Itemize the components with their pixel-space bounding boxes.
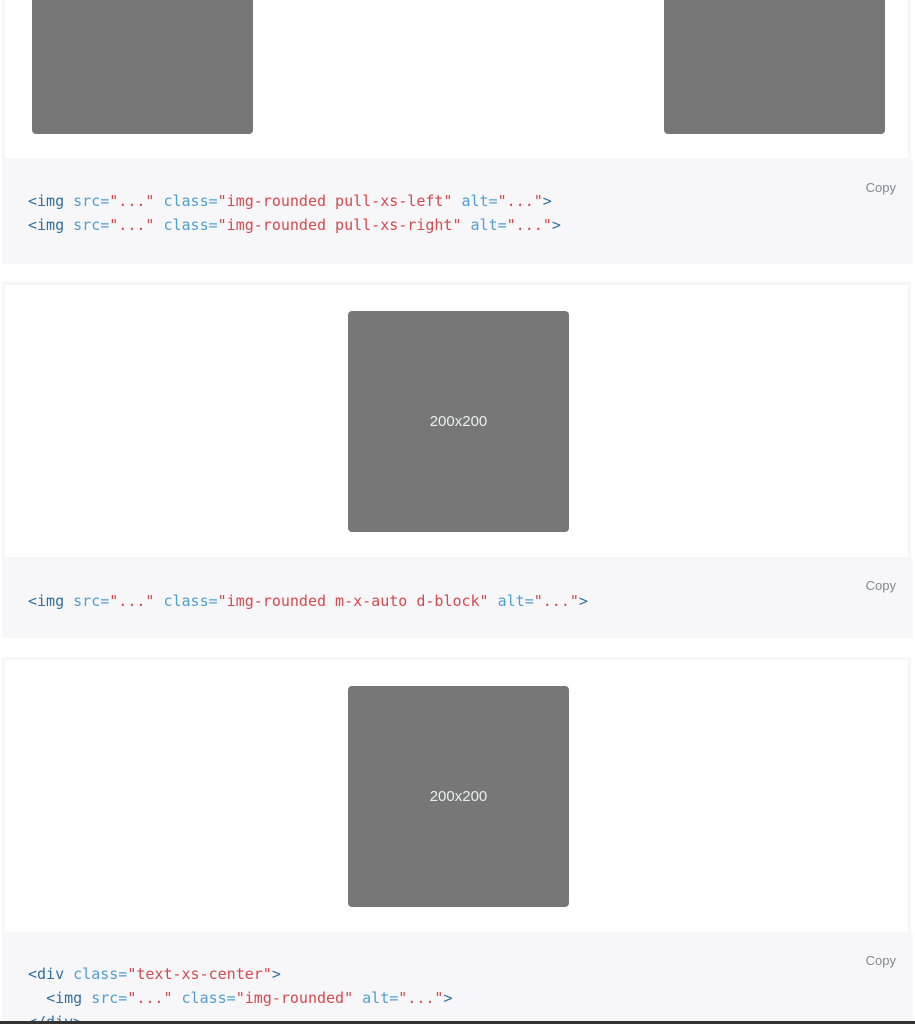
code-block-text-center: Copy <div class="text-xs-center"> <img s… (2, 934, 913, 1024)
code-token: > (443, 989, 453, 1007)
placeholder-image: 200x200 (348, 686, 569, 907)
code-block-center-block: Copy <img src="..." class="img-rounded m… (2, 559, 913, 638)
code-token: "..." (109, 592, 155, 610)
code-token: "..." (506, 216, 552, 234)
example-center-block: 200x200 (2, 282, 911, 560)
code-token: class= (163, 216, 218, 234)
placeholder-label: 200x200 (429, 413, 488, 430)
code-token: src= (73, 216, 110, 234)
code-token: class= (73, 965, 128, 983)
code-token: > (578, 592, 588, 610)
code-token: alt= (461, 192, 498, 210)
example-float: 200x200 200x200 (2, 0, 911, 161)
code-token: alt= (497, 592, 534, 610)
code-token: "..." (497, 192, 543, 210)
code-token: > (551, 216, 561, 234)
code-token: "..." (398, 989, 444, 1007)
code-token: > (271, 965, 281, 983)
code-token: <img (28, 592, 65, 610)
code-token: class= (163, 592, 218, 610)
code-token: <img (28, 192, 65, 210)
code-token: alt= (362, 989, 399, 1007)
copy-button[interactable]: Copy (866, 953, 896, 968)
code-token: "..." (109, 192, 155, 210)
code-token: src= (73, 192, 110, 210)
code-token: class= (163, 192, 218, 210)
code-block-float: Copy <img src="..." class="img-rounded p… (2, 161, 913, 264)
placeholder-label: 200x200 (429, 788, 488, 805)
code-token: class= (181, 989, 236, 1007)
code-token: "img-rounded m-x-auto d-block" (217, 592, 489, 610)
code-token: <img (46, 989, 83, 1007)
code-snippet: <img src="..." class="img-rounded m-x-au… (28, 589, 588, 613)
code-token: <img (28, 216, 65, 234)
code-token: > (542, 192, 552, 210)
code-token: alt= (470, 216, 507, 234)
code-token: "text-xs-center" (127, 965, 272, 983)
code-snippet: <img src="..." class="img-rounded pull-x… (28, 189, 561, 237)
placeholder-image-right: 200x200 (664, 0, 885, 134)
example-text-center: 200x200 (2, 657, 911, 935)
copy-button[interactable]: Copy (866, 578, 896, 593)
placeholder-image-left: 200x200 (32, 0, 253, 134)
code-token: "img-rounded pull-xs-left" (217, 192, 453, 210)
copy-button[interactable]: Copy (866, 180, 896, 195)
code-token: "img-rounded" (235, 989, 354, 1007)
code-token: "..." (109, 216, 155, 234)
placeholder-image: 200x200 (348, 311, 569, 532)
code-token: "..." (127, 989, 173, 1007)
code-snippet: <div class="text-xs-center"> <img src=".… (28, 962, 452, 1024)
code-token: src= (91, 989, 128, 1007)
code-token: "..." (533, 592, 579, 610)
docs-page: 200x200 200x200 Copy <img src="..." clas… (0, 0, 915, 1024)
code-token: "img-rounded pull-xs-right" (217, 216, 462, 234)
code-token: <div (28, 965, 65, 983)
code-token: src= (73, 592, 110, 610)
